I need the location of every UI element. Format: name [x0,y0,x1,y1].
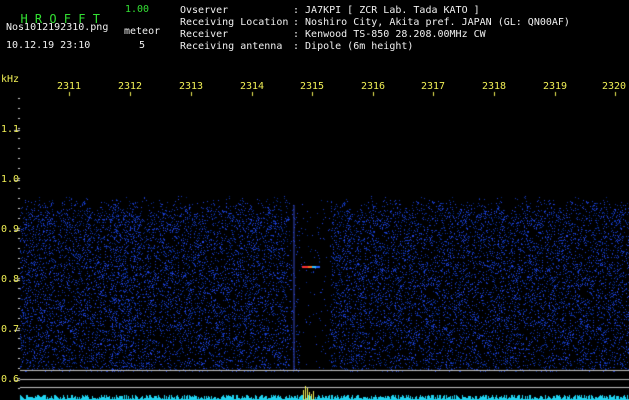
info-value-location: : Noshiro City, Akita pref. JAPAN (GL: Q… [293,17,570,28]
time-tick-2316: 2316 [361,81,386,92]
time-tick-2318: 2318 [482,81,507,92]
date-time: 10.12.19 23:10 [6,40,91,51]
freq-tick-0.7: 0.7 [1,324,20,335]
meteor-label: meteor [124,26,161,37]
time-tick-2317: 2317 [421,81,446,92]
time-tick-2320: 2320 [602,81,627,92]
info-label-receiver: Receiver [180,29,229,40]
info-label-antenna: Receiving antenna [180,41,283,52]
info-value-observer: : JA7KPI [ ZCR Lab. Tada KATO ] [293,5,480,16]
time-tick-2315: 2315 [300,81,325,92]
freq-tick-0.9: 0.9 [1,224,20,235]
freq-tick-0.6: 0.6 [1,374,20,385]
axis-unit-label: kHz [1,74,20,85]
time-tick-2312: 2312 [118,81,143,92]
time-tick-2311: 2311 [57,81,82,92]
meteor-count: 5 [139,40,146,51]
spectrogram-canvas [0,0,629,400]
time-tick-2313: 2313 [179,81,204,92]
time-tick-2319: 2319 [543,81,568,92]
info-label-observer: Ovserver [180,5,229,16]
app-version: 1.00 [125,4,150,15]
freq-tick-1.0: 1.0 [1,174,20,185]
time-tick-2314: 2314 [240,81,265,92]
file-name: Nos1012192310.png [6,22,109,33]
info-value-antenna: : Dipole (6m height) [293,41,414,52]
freq-tick-0.8: 0.8 [1,274,20,285]
info-label-location: Receiving Location [180,17,289,28]
info-value-receiver: : Kenwood TS-850 28.208.00MHz CW [293,29,486,40]
freq-tick-1.1: 1.1 [1,124,20,135]
